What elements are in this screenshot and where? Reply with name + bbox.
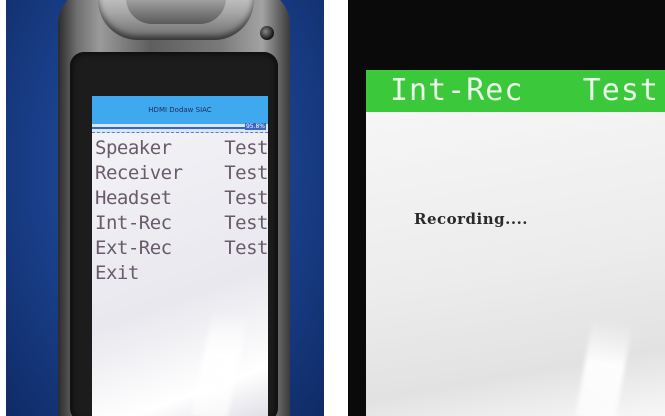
recording-header-title: Int-Rec xyxy=(390,73,524,108)
menu-item[interactable]: Receiver Test xyxy=(92,160,268,185)
menu-item-action: Test xyxy=(224,236,268,259)
phone-hinge-inner xyxy=(126,0,226,24)
right-photo: Int-Rec Test Recording.... xyxy=(348,0,665,416)
menu-item[interactable]: Ext-Rec Test xyxy=(92,235,268,260)
recording-header: Int-Rec Test xyxy=(366,70,665,112)
menu-item-label: Speaker xyxy=(95,136,172,159)
phone-bezel: HDMI Dodaw SIAC 95.8% Speaker Test Receive… xyxy=(70,52,278,416)
menu-item[interactable]: Speaker Test xyxy=(92,135,268,160)
left-photo: HDMI Dodaw SIAC 95.8% Speaker Test Receive… xyxy=(6,0,324,416)
camera-lens-icon xyxy=(260,26,274,40)
progress-bar: 95.8% xyxy=(92,123,268,133)
screen-header-title: HDMI Dodaw SIAC xyxy=(92,96,268,124)
phone-hinge xyxy=(98,0,254,40)
recording-status-text: Recording.... xyxy=(414,210,529,228)
menu-item-action: Test xyxy=(224,136,268,159)
menu-item[interactable]: Int-Rec Test xyxy=(92,210,268,235)
recording-header-action: Test xyxy=(582,73,659,108)
diagnostic-menu: Speaker Test Receiver Test Headset Test Int-Re… xyxy=(92,133,268,285)
menu-item-action: Test xyxy=(224,211,268,234)
phone-body: HDMI Dodaw SIAC 95.8% Speaker Test Receive… xyxy=(58,0,290,416)
menu-item[interactable]: Headset Test xyxy=(92,185,268,210)
menu-item-action: Test xyxy=(224,161,268,184)
menu-item-label: Int-Rec xyxy=(95,211,172,234)
menu-item-label: Headset xyxy=(95,186,172,209)
progress-label: 95.8% xyxy=(244,123,266,130)
menu-item[interactable]: Exit xyxy=(92,260,268,285)
phone-screen: HDMI Dodaw SIAC 95.8% Speaker Test Receive… xyxy=(92,96,268,416)
progress-bar-fill xyxy=(92,127,251,129)
menu-item-label: Receiver xyxy=(95,161,183,184)
menu-item-label: Ext-Rec xyxy=(95,236,172,259)
menu-item-action: Test xyxy=(224,186,268,209)
menu-item-label: Exit xyxy=(95,261,139,284)
